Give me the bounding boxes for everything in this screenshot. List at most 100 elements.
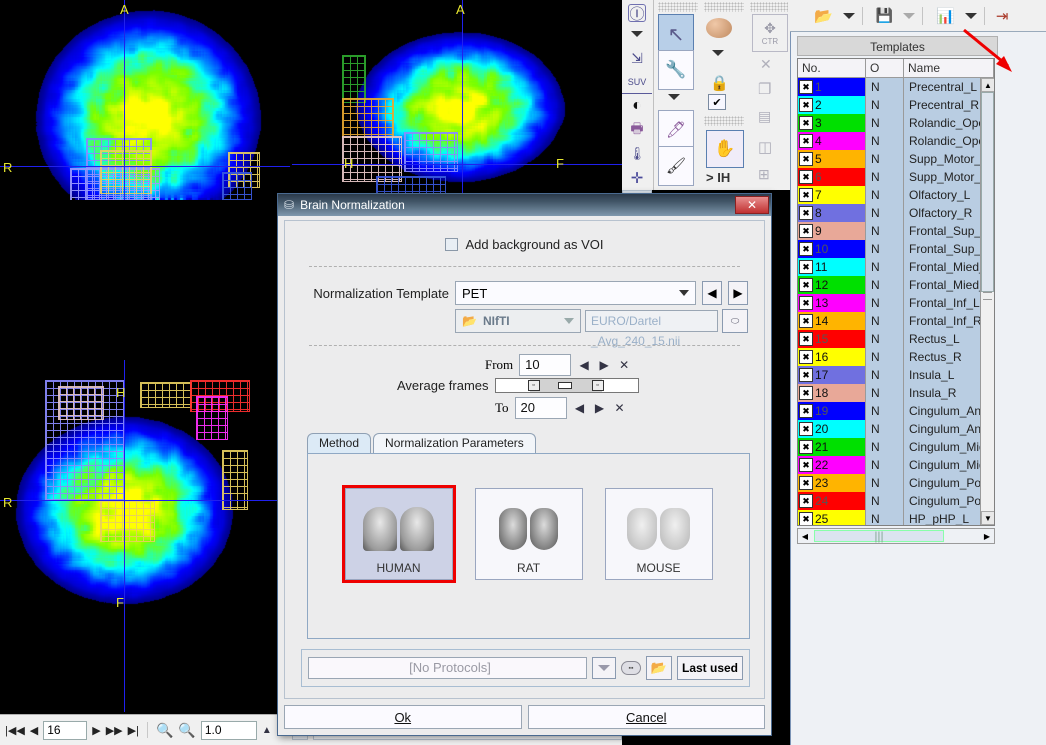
row-number-cell[interactable]: ✖ 14 — [798, 312, 866, 330]
table-row[interactable]: ✖ 6 N Supp_Motor_Are — [798, 168, 994, 186]
crosshair-horizontal[interactable] — [0, 500, 290, 501]
table-row[interactable]: ✖ 25 N HP_pHP_L — [798, 510, 994, 525]
templates-hscrollbar[interactable]: ◀ ||| ▶ — [797, 528, 995, 544]
table-row[interactable]: ✖ 18 N Insula_R — [798, 384, 994, 402]
table-row[interactable]: ✖ 11 N Frontal_Mied_L — [798, 258, 994, 276]
row-checkbox[interactable]: ✖ — [799, 368, 813, 382]
row-number-cell[interactable]: ✖ 20 — [798, 420, 866, 438]
row-o-cell[interactable]: N — [866, 186, 904, 204]
crosshair-vertical[interactable] — [462, 0, 463, 196]
row-number-cell[interactable]: ✖ 24 — [798, 492, 866, 510]
checkbox-icon[interactable]: ✔ — [708, 94, 726, 110]
table-row[interactable]: ✖ 13 N Frontal_Inf_L — [798, 294, 994, 312]
coronal-view[interactable]: HRF — [0, 360, 290, 712]
save-icon[interactable]: 💾 — [870, 7, 899, 24]
species-mouse-button[interactable]: MOUSE — [604, 488, 713, 580]
row-o-cell[interactable]: N — [866, 420, 904, 438]
row-number-cell[interactable]: ✖ 21 — [798, 438, 866, 456]
row-checkbox[interactable]: ✖ — [799, 296, 813, 310]
table-row[interactable]: ✖ 12 N Frontal_Mied_R — [798, 276, 994, 294]
frame-input[interactable]: 16 — [43, 720, 88, 740]
tab-normalization-parameters[interactable]: Normalization Parameters — [373, 433, 536, 453]
chevron-down-icon[interactable] — [668, 94, 680, 100]
thermometer-icon[interactable]: 🌡 — [622, 142, 652, 166]
mirror-icon[interactable]: ◫ — [758, 138, 772, 156]
last-used-button[interactable]: Last used — [677, 656, 743, 680]
row-o-cell[interactable]: N — [866, 276, 904, 294]
row-o-cell[interactable]: N — [866, 132, 904, 150]
row-checkbox[interactable]: ✖ — [799, 314, 813, 328]
table-row[interactable]: ✖ 15 N Rectus_L — [798, 330, 994, 348]
row-checkbox[interactable]: ✖ — [799, 206, 813, 220]
table-row[interactable]: ✖ 4 N Rolandic_Oper_ — [798, 132, 994, 150]
protocols-info-icon[interactable]: ▪▪ — [621, 661, 641, 675]
column-header-name[interactable]: Name — [904, 59, 994, 77]
prev-frame-button[interactable]: ◀ — [30, 724, 38, 737]
dialog-titlebar[interactable]: ⛁ Brain Normalization ✕ — [278, 194, 771, 216]
row-number-cell[interactable]: ✖ 3 — [798, 114, 866, 132]
info-icon[interactable]: Ⓘ — [628, 4, 646, 23]
row-number-cell[interactable]: ✖ 17 — [798, 366, 866, 384]
row-o-cell[interactable]: N — [866, 348, 904, 366]
templates-vscrollbar[interactable]: ▲ ▼ — [980, 78, 994, 525]
row-o-cell[interactable]: N — [866, 204, 904, 222]
brain-normalization-dialog[interactable]: ⛁ Brain Normalization ✕ Add background a… — [277, 193, 772, 736]
row-o-cell[interactable]: N — [866, 366, 904, 384]
left-icon-toolbar[interactable]: Ⓘ ⇲ SUV ◐ 🖶 🌡 ✛ ▲ — [622, 0, 654, 214]
paste-icon[interactable]: ▤ — [758, 108, 771, 125]
hscroll-thumb[interactable]: ||| — [814, 529, 944, 543]
row-o-cell[interactable]: N — [866, 438, 904, 456]
crosshair-vertical[interactable] — [124, 0, 125, 200]
crosshair-horizontal[interactable] — [0, 166, 290, 167]
row-o-cell[interactable]: N — [866, 330, 904, 348]
row-number-cell[interactable]: ✖ 16 — [798, 348, 866, 366]
column-header-o[interactable]: O — [866, 59, 904, 77]
row-number-cell[interactable]: ✖ 2 — [798, 96, 866, 114]
species-human-wrap[interactable]: HUMAN — [341, 485, 456, 583]
table-row[interactable]: ✖ 19 N Cingulum_Ant_ — [798, 402, 994, 420]
wrench-tool[interactable]: 🔧 — [658, 50, 694, 90]
template-next-button[interactable]: ▶ — [728, 281, 748, 305]
first-frame-button[interactable]: |◀◀ — [5, 724, 25, 737]
ok-button[interactable]: Ok — [284, 705, 522, 729]
row-number-cell[interactable]: ✖ 22 — [798, 456, 866, 474]
from-row[interactable]: From 10 ◀ ▶ ✕ — [285, 354, 764, 376]
close-icon[interactable]: ✕ — [760, 56, 772, 73]
table-row[interactable]: ✖ 3 N Rolandic_Oper_ — [798, 114, 994, 132]
row-checkbox[interactable]: ✖ — [799, 512, 813, 525]
row-o-cell[interactable]: N — [866, 96, 904, 114]
chevron-down-icon-3[interactable] — [964, 12, 977, 19]
row-number-cell[interactable]: ✖ 13 — [798, 294, 866, 312]
copy-icon[interactable]: ❐ — [758, 80, 771, 98]
scroll-thumb[interactable] — [981, 92, 994, 292]
row-checkbox[interactable]: ✖ — [799, 170, 813, 184]
dialog-buttons[interactable]: Ok Cancel — [284, 705, 765, 729]
to-row[interactable]: To 20 ◀ ▶ ✕ — [285, 397, 764, 419]
table-row[interactable]: ✖ 2 N Precentral_R — [798, 96, 994, 114]
templates-table[interactable]: No. O Name ✖ 1 N Precentral_L ✖ 2 N Precentral_… — [797, 58, 995, 526]
brush-tool[interactable]: 🖌 — [658, 146, 694, 186]
row-checkbox[interactable]: ✖ — [799, 422, 813, 436]
species-selector[interactable]: HUMAN RAT MOUSE — [308, 485, 749, 583]
row-o-cell[interactable]: N — [866, 402, 904, 420]
column-header-no[interactable]: No. — [798, 59, 866, 77]
row-o-cell[interactable]: N — [866, 492, 904, 510]
row-number-cell[interactable]: ✖ 18 — [798, 384, 866, 402]
last-frame-button[interactable]: ▶| — [128, 724, 139, 737]
cancel-button[interactable]: Cancel — [527, 705, 765, 729]
row-number-cell[interactable]: ✖ 11 — [798, 258, 866, 276]
row-checkbox[interactable]: ✖ — [799, 188, 813, 202]
species-human-button[interactable]: HUMAN — [341, 485, 456, 583]
average-frames-slider[interactable]: ▫ ▫ — [494, 378, 639, 393]
pointer-tool[interactable]: ↖ — [658, 14, 694, 54]
dialog-tabs[interactable]: Method Normalization Parameters — [307, 433, 764, 453]
tab-method[interactable]: Method — [307, 433, 372, 453]
from-input[interactable]: 10 — [519, 354, 572, 376]
table-row[interactable]: ✖ 23 N Cingulum_Post — [798, 474, 994, 492]
templates-row-container[interactable]: ✖ 1 N Precentral_L ✖ 2 N Precentral_R ✖ 3 N Rolandi… — [798, 78, 994, 525]
row-o-cell[interactable]: N — [866, 510, 904, 525]
table-row[interactable]: ✖ 14 N Frontal_Inf_R — [798, 312, 994, 330]
zoom-up-button[interactable]: ▲ — [262, 725, 272, 736]
table-row[interactable]: ✖ 16 N Rectus_R — [798, 348, 994, 366]
add-background-checkbox[interactable] — [445, 238, 459, 251]
